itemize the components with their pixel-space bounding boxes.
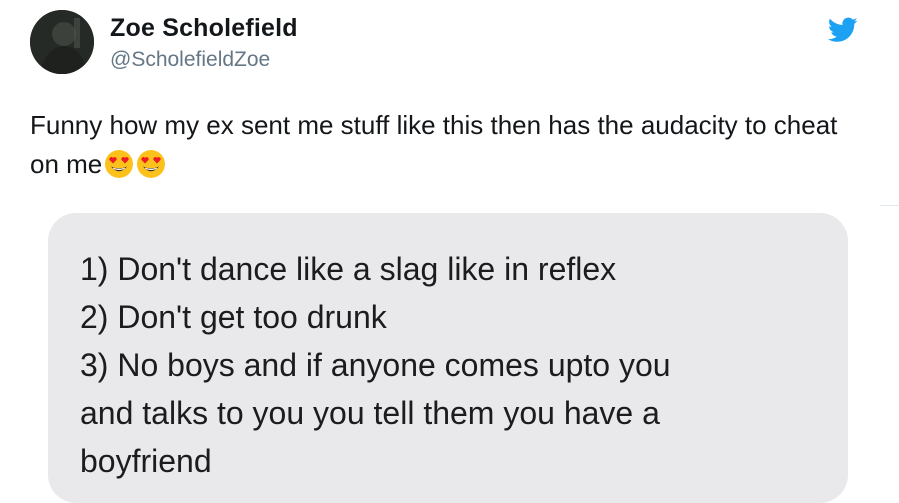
author-handle[interactable]: @ScholefieldZoe	[110, 48, 270, 72]
message-line: 1) Don't dance like a slag like in refle…	[80, 251, 617, 287]
message-line: and talks to you you tell them you have …	[80, 395, 660, 431]
author-name[interactable]: Zoe Scholefield	[110, 14, 298, 43]
avatar[interactable]	[30, 10, 94, 74]
message-line: boyfriend	[80, 443, 212, 479]
heart-eyes-emoji-icon	[105, 150, 134, 178]
twitter-bird-icon[interactable]	[827, 17, 858, 43]
divider	[880, 205, 899, 206]
tweet-text: Funny how my ex sent me stuff like this …	[30, 106, 870, 184]
heart-eyes-emoji-icon	[137, 150, 166, 178]
message-line: 2) Don't get too drunk	[80, 299, 387, 335]
message-bubble-text: 1) Don't dance like a slag like in refle…	[80, 245, 840, 485]
message-line: 3) No boys and if anyone comes upto you	[80, 347, 671, 383]
tweet-card: Zoe Scholefield @ScholefieldZoe Funny ho…	[0, 0, 899, 503]
